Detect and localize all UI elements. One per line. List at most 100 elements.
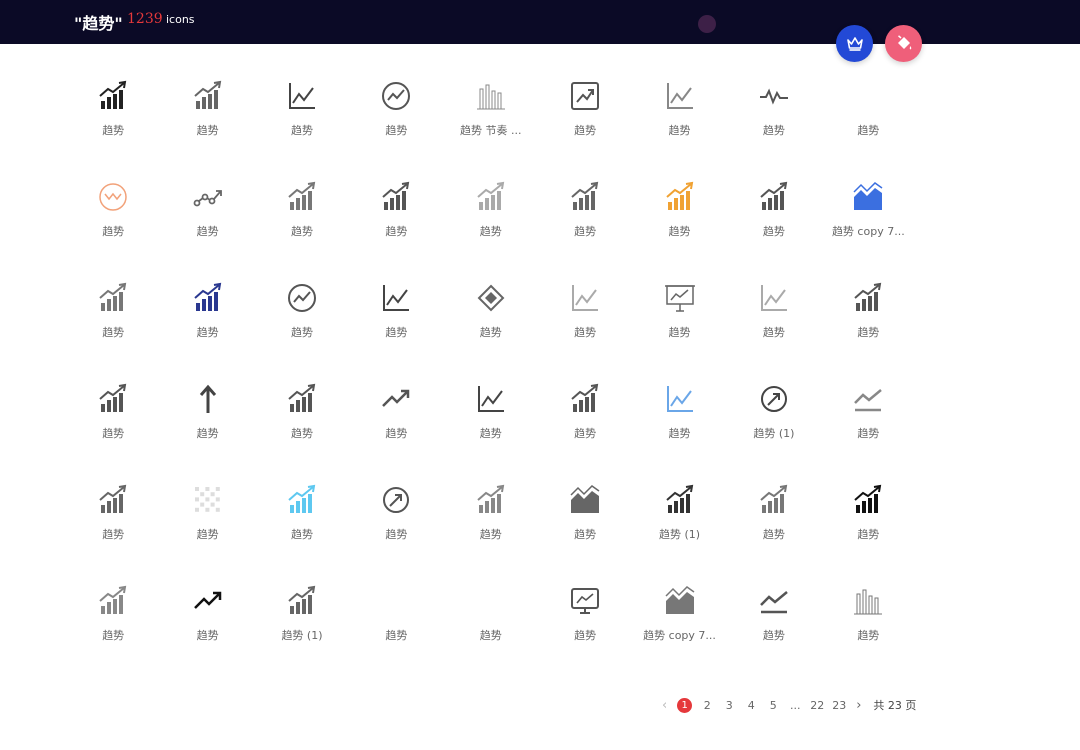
icon-label: 趋势 (102, 629, 125, 642)
icon-card[interactable]: 趋势 (444, 381, 538, 482)
icon-card[interactable]: 趋势 (727, 179, 821, 280)
icon-card[interactable]: 趋势 (821, 280, 915, 381)
icon-label: 趋势 (385, 124, 408, 137)
icon-card[interactable]: 趋势 (160, 78, 254, 179)
icon-card[interactable]: 趋势 (66, 381, 160, 482)
icon-card[interactable]: 趋势 (727, 280, 821, 381)
paint-bucket-button[interactable] (885, 25, 922, 62)
page-title: "趋势" (74, 14, 123, 33)
bar-chart-up-arrow-icon (756, 482, 792, 518)
page-number[interactable]: 5 (766, 699, 780, 712)
icon-grid: 趋势 趋势 趋势 趋势 趋势 节奏 ... 趋势 趋势趋势趋势 趋势 趋势 (66, 78, 916, 684)
icon-card[interactable]: 趋势 (66, 179, 160, 280)
icon-card[interactable]: 趋势 (444, 482, 538, 583)
bar-chart-up-arrow-icon (662, 179, 698, 215)
icon-card[interactable]: 趋势 (160, 381, 254, 482)
icon-card[interactable]: 趋势 (160, 583, 254, 684)
icon-label: 趋势 (574, 427, 597, 440)
icon-card[interactable]: 趋势 copy 7... (821, 179, 915, 280)
icon-card[interactable]: 趋势 (727, 482, 821, 583)
icon-label: 趋势 (102, 528, 125, 541)
icon-card[interactable]: 趋势 (66, 280, 160, 381)
icon-card[interactable]: 趋势 (349, 280, 443, 381)
bar-chart-up-arrow-icon (284, 179, 320, 215)
icon-label: 趋势 (102, 427, 125, 440)
page-number[interactable]: 4 (744, 699, 758, 712)
icon-card[interactable]: 趋势 (160, 179, 254, 280)
bar-chart-up-arrow-icon (473, 179, 509, 215)
icon-card[interactable]: 趋势 (632, 280, 726, 381)
icon-card[interactable]: 趋势 (444, 583, 538, 684)
icon-card[interactable]: 趋势 (538, 583, 632, 684)
icon-card[interactable]: 趋势 (349, 482, 443, 583)
icon-label: 趋势 (196, 528, 219, 541)
page-number[interactable]: 2 (700, 699, 714, 712)
bar-chart-up-arrow-icon (284, 583, 320, 619)
bar-chart-up-arrow-icon (850, 482, 886, 518)
page-number[interactable]: 23 (832, 699, 846, 712)
icon-label: 趋势 (857, 427, 880, 440)
icon-card[interactable]: 趋势 节奏 ... (444, 78, 538, 179)
icon-card[interactable]: 趋势 (255, 179, 349, 280)
icon-card[interactable]: 趋势 (727, 78, 821, 179)
page-number[interactable]: 1 (677, 697, 693, 713)
icon-card[interactable]: 趋势 (538, 482, 632, 583)
icon-card[interactable]: 趋势 (255, 381, 349, 482)
icon-card[interactable]: 趋势 (1) (632, 482, 726, 583)
icon-card[interactable]: 趋势 (632, 381, 726, 482)
crown-button[interactable] (836, 25, 873, 62)
icon-card[interactable]: 趋势 (821, 78, 915, 179)
icon-label: 趋势 (857, 326, 880, 339)
area-chart-icon (850, 179, 886, 215)
column-bars-icon (473, 78, 509, 114)
icon-card[interactable]: 趋势 (66, 482, 160, 583)
monitor-trend-icon (567, 583, 603, 619)
icon-card[interactable]: 趋势 (66, 583, 160, 684)
icon-card[interactable]: 趋势 (727, 583, 821, 684)
icon-label: 趋势 (762, 225, 785, 238)
icon-label: 趋势 (574, 528, 597, 541)
icon-card[interactable]: 趋势 (444, 280, 538, 381)
presentation-board-icon (662, 280, 698, 316)
icon-label: 趋势 copy 7... (831, 225, 905, 238)
blank-icon (473, 583, 509, 619)
prev-page-button[interactable]: ‹ (662, 698, 667, 713)
circle-trend-icon (378, 78, 414, 114)
icon-card[interactable]: 趋势 (349, 179, 443, 280)
icon-label: 趋势 (574, 225, 597, 238)
icon-card[interactable]: 趋势 copy 7... (632, 583, 726, 684)
bar-chart-up-arrow-icon (190, 78, 226, 114)
icon-card[interactable]: 趋势 (255, 482, 349, 583)
icon-label: 趋势 (290, 326, 313, 339)
icon-label: 趋势 (668, 326, 691, 339)
blank-icon (850, 78, 886, 114)
circle-trend-icon (284, 280, 320, 316)
icon-card[interactable]: 趋势 (255, 78, 349, 179)
icon-card[interactable]: 趋势 (538, 78, 632, 179)
icon-card[interactable]: 趋势 (538, 179, 632, 280)
icon-card[interactable]: 趋势 (160, 482, 254, 583)
icon-label: 趋势 (290, 225, 313, 238)
icon-card[interactable]: 趋势 (1) (255, 583, 349, 684)
icon-card[interactable]: 趋势 (632, 78, 726, 179)
icon-card[interactable]: 趋势 (349, 381, 443, 482)
icon-card[interactable]: 趋势 (349, 78, 443, 179)
icon-label: 趋势 (762, 528, 785, 541)
page-number[interactable]: 3 (722, 699, 736, 712)
icon-card[interactable]: 趋势 (444, 179, 538, 280)
icon-card[interactable]: 趋势 (538, 381, 632, 482)
icon-card[interactable]: 趋势 (349, 583, 443, 684)
icon-label: 趋势 (668, 124, 691, 137)
icon-card[interactable]: 趋势 (821, 583, 915, 684)
icon-card[interactable]: 趋势 (255, 280, 349, 381)
icon-card[interactable]: 趋势 (821, 482, 915, 583)
icon-card[interactable]: 趋势 (66, 78, 160, 179)
icon-card[interactable]: 趋势 (1) (727, 381, 821, 482)
icon-card[interactable]: 趋势 (821, 381, 915, 482)
page-number[interactable]: 22 (810, 699, 824, 712)
icon-card[interactable]: 趋势 (632, 179, 726, 280)
bar-chart-up-arrow-icon (756, 179, 792, 215)
icon-card[interactable]: 趋势 (160, 280, 254, 381)
icon-card[interactable]: 趋势 (538, 280, 632, 381)
next-page-button[interactable]: › (856, 698, 861, 713)
